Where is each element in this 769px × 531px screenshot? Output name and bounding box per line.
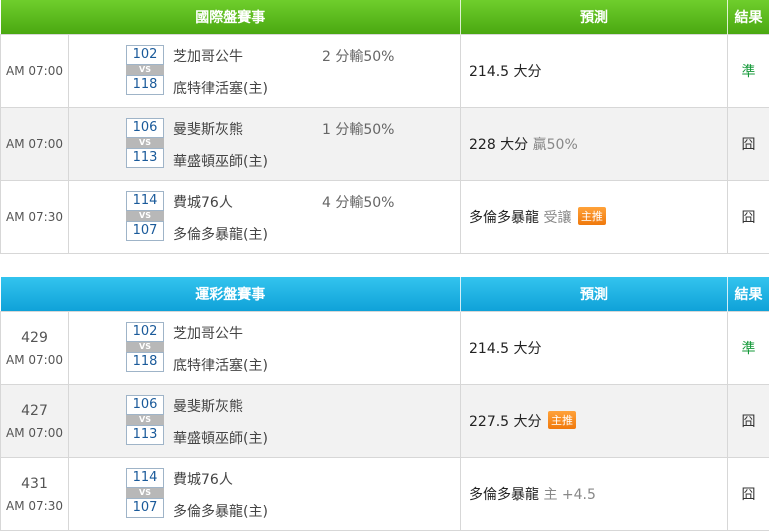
game-time: AM 07:30 — [6, 498, 63, 513]
table-row: 431 AM 07:30 114 VS 107 費城76人 多倫多暴龍(主) 多… — [0, 457, 769, 531]
team1-name: 費城76人 — [173, 195, 233, 211]
table-row: AM 07:00 106 VS 113 曼斐斯灰熊 華盛頓巫師(主) 1 分輸5… — [0, 107, 769, 181]
vs-label: VS — [126, 65, 164, 75]
game-time: AM 07:00 — [0, 34, 69, 108]
team1-number[interactable]: 106 — [126, 118, 164, 138]
prediction: 多倫多暴龍 受讓 主推 — [460, 180, 728, 254]
result-mark: 囧 — [727, 180, 769, 254]
team1-name: 芝加哥公牛 — [173, 326, 243, 342]
matchup: 114 VS 107 費城76人 多倫多暴龍(主) 4 分輸50% — [68, 180, 461, 254]
prediction-text: 多倫多暴龍 — [469, 210, 539, 226]
prediction-text: 228 大分 — [469, 137, 529, 153]
team2-name: 華盛頓巫師(主) — [173, 154, 268, 170]
team1-number[interactable]: 102 — [126, 45, 164, 65]
table-row: 427 AM 07:00 106 VS 113 曼斐斯灰熊 華盛頓巫師(主) 2… — [0, 384, 769, 458]
table-header: 運彩盤賽事 預測 結果 — [0, 277, 769, 312]
prediction-text: 214.5 大分 — [469, 64, 542, 80]
prediction-text: 227.5 大分 — [469, 414, 542, 430]
result-header: 結果 — [727, 0, 769, 35]
team2-number[interactable]: 113 — [126, 425, 164, 445]
team2-name: 多倫多暴龍(主) — [173, 504, 268, 520]
game-number: 427 — [21, 402, 48, 419]
game-time: AM 07:00 — [0, 107, 69, 181]
predict-header: 預測 — [460, 277, 728, 312]
matchup: 114 VS 107 費城76人 多倫多暴龍(主) — [68, 457, 461, 531]
team2-name: 底特律活塞(主) — [173, 81, 268, 97]
team1-number[interactable]: 114 — [126, 468, 164, 488]
team2-number[interactable]: 107 — [126, 498, 164, 518]
team2-name: 多倫多暴龍(主) — [173, 227, 268, 243]
team1-number[interactable]: 114 — [126, 191, 164, 211]
table-row: AM 07:30 114 VS 107 費城76人 多倫多暴龍(主) 4 分輸5… — [0, 180, 769, 254]
table-row: 429 AM 07:00 102 VS 118 芝加哥公牛 底特律活塞(主) 2… — [0, 311, 769, 385]
international-table: 國際盤賽事 預測 結果 AM 07:00 102 VS 118 芝加哥公牛 底特… — [0, 0, 769, 254]
vs-label: VS — [126, 138, 164, 148]
result-header: 結果 — [727, 277, 769, 312]
matchup: 106 VS 113 曼斐斯灰熊 華盛頓巫師(主) 1 分輸50% — [68, 107, 461, 181]
team1-name: 費城76人 — [173, 472, 233, 488]
vs-label: VS — [126, 342, 164, 352]
team2-number[interactable]: 118 — [126, 352, 164, 372]
handicap-line: 1 分輸50% — [322, 122, 395, 138]
lottery-table: 運彩盤賽事 預測 結果 429 AM 07:00 102 VS 118 芝加哥公… — [0, 277, 769, 531]
prediction-text: 多倫多暴龍 — [469, 487, 539, 503]
game-time: AM 07:30 — [0, 180, 69, 254]
handicap-line: 4 分輸50% — [322, 195, 395, 211]
team1-number[interactable]: 102 — [126, 322, 164, 342]
international-section: 國際盤賽事 預測 結果 AM 07:00 102 VS 118 芝加哥公牛 底特… — [0, 0, 769, 254]
prediction: 227.5 大分 主推 — [460, 384, 728, 458]
team2-number[interactable]: 113 — [126, 148, 164, 168]
vs-label: VS — [126, 415, 164, 425]
handicap-line: 2 分輸50% — [322, 49, 395, 65]
team1-name: 曼斐斯灰熊 — [173, 399, 243, 415]
game-info: 429 AM 07:00 — [0, 311, 69, 385]
team1-name: 芝加哥公牛 — [173, 49, 243, 65]
featured-badge: 主推 — [547, 411, 576, 429]
game-time: AM 07:00 — [6, 352, 63, 367]
result-mark: 準 — [727, 34, 769, 108]
game-info: 431 AM 07:30 — [0, 457, 69, 531]
prediction-extra: 主 +4.5 — [543, 487, 596, 503]
team2-name: 底特律活塞(主) — [173, 358, 268, 374]
team2-number[interactable]: 107 — [126, 221, 164, 241]
prediction-extra: 贏50% — [532, 137, 578, 153]
vs-label: VS — [126, 488, 164, 498]
featured-badge: 主推 — [577, 207, 606, 225]
team1-number[interactable]: 106 — [126, 395, 164, 415]
table-row: AM 07:00 102 VS 118 芝加哥公牛 底特律活塞(主) 2 分輸5… — [0, 34, 769, 108]
team2-number[interactable]: 118 — [126, 75, 164, 95]
matchup: 102 VS 118 芝加哥公牛 底特律活塞(主) 2 分輸50% — [68, 34, 461, 108]
prediction: 228 大分 贏50% — [460, 107, 728, 181]
matchup: 106 VS 113 曼斐斯灰熊 華盛頓巫師(主) — [68, 384, 461, 458]
prediction-text: 214.5 大分 — [469, 341, 542, 357]
vs-label: VS — [126, 211, 164, 221]
result-mark: 囧 — [727, 457, 769, 531]
section-title: 運彩盤賽事 — [0, 277, 461, 312]
prediction-extra: 受讓 — [543, 210, 572, 226]
game-time: AM 07:00 — [6, 425, 63, 440]
result-mark: 準 — [727, 311, 769, 385]
lottery-section: 運彩盤賽事 預測 結果 429 AM 07:00 102 VS 118 芝加哥公… — [0, 277, 769, 531]
prediction: 多倫多暴龍 主 +4.5 — [460, 457, 728, 531]
game-info: 427 AM 07:00 — [0, 384, 69, 458]
result-mark: 囧 — [727, 107, 769, 181]
predict-header: 預測 — [460, 0, 728, 35]
matchup: 102 VS 118 芝加哥公牛 底特律活塞(主) — [68, 311, 461, 385]
result-mark: 囧 — [727, 384, 769, 458]
team1-name: 曼斐斯灰熊 — [173, 122, 243, 138]
game-number: 429 — [21, 329, 48, 346]
prediction: 214.5 大分 — [460, 311, 728, 385]
section-title: 國際盤賽事 — [0, 0, 461, 35]
prediction: 214.5 大分 — [460, 34, 728, 108]
table-header: 國際盤賽事 預測 結果 — [0, 0, 769, 35]
game-number: 431 — [21, 475, 48, 492]
team2-name: 華盛頓巫師(主) — [173, 431, 268, 447]
